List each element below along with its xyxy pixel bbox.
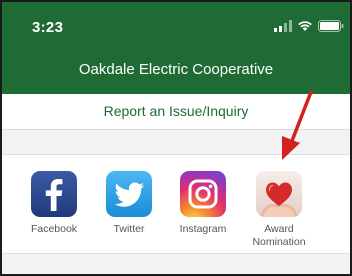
instagram-label: Instagram bbox=[179, 223, 227, 235]
award-nomination-label: Award Nomination bbox=[252, 223, 306, 248]
status-time: 3:23 bbox=[32, 19, 64, 36]
annotation-arrow-icon bbox=[282, 90, 313, 160]
twitter-label: Twitter bbox=[113, 223, 145, 235]
status-bar: 3:23 bbox=[2, 2, 350, 46]
navigation-bar: Oakdale Electric Cooperative bbox=[2, 46, 350, 94]
facebook-icon[interactable] bbox=[31, 171, 77, 217]
heart-in-hands-icon[interactable] bbox=[256, 171, 302, 217]
phone-screen: 3:23 Oakdale Electric Cooperative Report… bbox=[0, 0, 352, 276]
instagram-icon[interactable] bbox=[180, 171, 226, 217]
battery-icon bbox=[318, 20, 344, 32]
award-nomination-button[interactable]: Award Nomination bbox=[244, 171, 314, 249]
twitter-button[interactable]: Twitter bbox=[94, 171, 164, 236]
section-gap bbox=[2, 254, 350, 274]
wifi-icon bbox=[298, 21, 312, 31]
status-icons bbox=[274, 19, 344, 33]
twitter-icon[interactable] bbox=[106, 171, 152, 217]
facebook-label: Facebook bbox=[30, 223, 78, 235]
facebook-button[interactable]: Facebook bbox=[19, 171, 89, 236]
signal-icon bbox=[274, 20, 292, 32]
instagram-button[interactable]: Instagram bbox=[168, 171, 238, 236]
page-title: Oakdale Electric Cooperative bbox=[78, 61, 274, 78]
social-links-row: Facebook Twitter Instagram Award Nominat… bbox=[2, 154, 350, 254]
